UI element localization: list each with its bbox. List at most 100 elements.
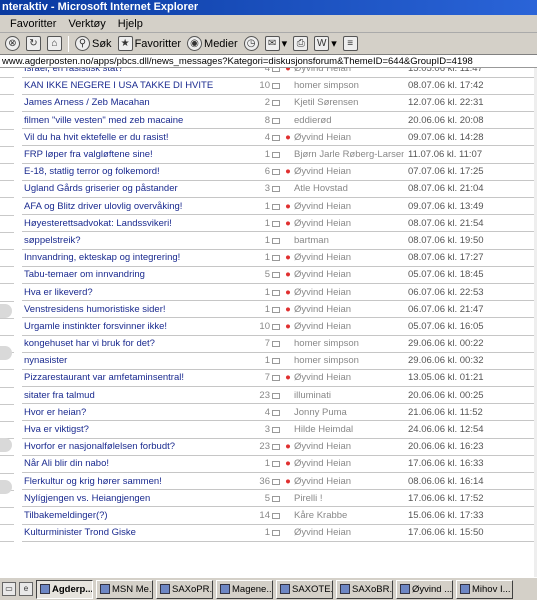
address-url[interactable]: www.agderposten.no/apps/pbcs.dll/news_me… — [2, 56, 473, 67]
topic-title-link[interactable]: filmen "ville vesten" med zeb macaine — [22, 111, 244, 130]
media-button[interactable]: ◉ Medier — [185, 34, 240, 54]
topic-date: 17.06.06 kl. 17:52 — [404, 489, 537, 508]
envelope-icon — [272, 358, 280, 365]
topic-author: Kåre Krabbe — [292, 506, 404, 525]
print-button[interactable]: ⎙ — [291, 34, 310, 54]
topic-title-link[interactable]: E-18, statlig terror og folkemord! — [22, 163, 244, 181]
topic-author: Pirelli ! — [292, 489, 404, 508]
page-content: Israel, en rasistisk stat? 4 ● Øyvind Heian… — [0, 68, 537, 577]
topic-author: homer simpson — [292, 335, 404, 353]
refresh-button[interactable]: ↻ — [24, 34, 43, 54]
message-icon-cell — [272, 506, 284, 525]
stop-button[interactable]: ⊗ — [3, 34, 22, 54]
reply-count: 1 — [244, 249, 272, 267]
table-row: nynasister 1 homer simpson 29.06.06 kl. 00:… — [22, 352, 537, 370]
reply-count: 10 — [244, 317, 272, 336]
topic-title-link[interactable]: Tilbakemeldinger(?) — [22, 506, 244, 525]
mail-icon: ✉ — [264, 36, 280, 51]
envelope-icon — [272, 461, 280, 468]
side-tab[interactable] — [0, 480, 12, 494]
topic-title-link[interactable]: Venstresidens humoristiske sider! — [22, 300, 244, 319]
taskbar-button[interactable]: SAXoBR... — [336, 579, 393, 599]
topic-title-link[interactable]: nynasister — [22, 352, 244, 370]
side-tab[interactable] — [0, 304, 12, 318]
taskbar-button[interactable]: MSN Me... — [96, 579, 153, 599]
topic-title-link[interactable]: kongehuset har vi bruk for det? — [22, 335, 244, 353]
discuss-button[interactable]: ≡ — [341, 34, 360, 54]
topic-title-link[interactable]: James Arness / Zeb Macahan — [22, 94, 244, 113]
side-tab[interactable] — [0, 346, 12, 360]
window-icon — [40, 584, 50, 594]
new-marker-cell: ● — [284, 68, 292, 78]
taskbar-button[interactable]: SAXOTE... — [276, 579, 333, 599]
taskbar-button[interactable]: Agderp... — [36, 579, 93, 599]
topic-date: 08.07.06 kl. 21:54 — [404, 214, 537, 233]
favorites-button[interactable]: ★ Favoritter — [116, 34, 183, 54]
window-icon — [100, 584, 110, 594]
menu-tools[interactable]: Verktøy — [62, 15, 111, 33]
topic-title-link[interactable]: Hvor er heian? — [22, 403, 244, 422]
taskbar-button[interactable]: Magene... — [216, 579, 273, 599]
topic-title-link[interactable]: Ugland Gårds griserier og påstander — [22, 180, 244, 199]
topic-title-link[interactable]: Kulturminister Trond Giske — [22, 524, 244, 542]
edit-button[interactable]: W ▾ — [312, 34, 339, 54]
topic-title-link[interactable]: Urgamle instinkter forsvinner ikke! — [22, 317, 244, 336]
topic-list: Israel, en rasistisk stat? 4 ● Øyvind Heian… — [22, 68, 537, 542]
taskbar-button[interactable]: SAXoPR... — [156, 579, 213, 599]
topic-title-link[interactable]: sitater fra talmud — [22, 386, 244, 405]
new-marker-cell: ● — [284, 128, 292, 147]
home-button[interactable]: ⌂ — [45, 34, 64, 54]
taskbar-button-label: Magene... — [232, 583, 273, 595]
strip-divider — [0, 163, 14, 164]
topic-author: Øyvind Heian — [292, 524, 404, 542]
search-icon: ⚲ — [75, 36, 90, 51]
window-icon — [460, 584, 470, 594]
topic-title-link[interactable]: AFA og Blitz driver ulovlig overvåking! — [22, 197, 244, 216]
topic-title-link[interactable]: Tabu-temaer om innvandring — [22, 266, 244, 284]
table-row: Ugland Gårds griserier og påstander 3 Atle… — [22, 180, 537, 199]
reply-count: 7 — [244, 335, 272, 353]
topic-date: 08.06.06 kl. 16:14 — [404, 472, 537, 491]
topic-title-link[interactable]: søppelstreik? — [22, 231, 244, 250]
new-indicator-icon: ● — [285, 166, 291, 178]
topic-title-link[interactable]: Innvandring, ekteskap og integrering! — [22, 249, 244, 267]
side-tab[interactable] — [0, 438, 12, 452]
topic-author: Øyvind Heian — [292, 214, 404, 233]
message-icon-cell — [272, 403, 284, 422]
strip-divider — [0, 94, 14, 96]
topic-title-link[interactable]: KAN IKKE NEGERE I USA TAKKE DI HVITE — [22, 77, 244, 95]
home-icon: ⌂ — [47, 36, 62, 51]
search-button[interactable]: ⚲ Søk — [73, 34, 114, 54]
topic-title-link[interactable]: Hva er likeverd? — [22, 283, 244, 302]
table-row: Kulturminister Trond Giske 1 Øyvind Heian 1… — [22, 524, 537, 542]
topic-title-link[interactable]: Når Ali blir din nabo! — [22, 455, 244, 474]
new-marker-cell: ● — [284, 249, 292, 267]
browser-launch-icon[interactable]: e — [19, 582, 33, 596]
topic-title-link[interactable]: Pizzarestaurant var amfetaminsentral! — [22, 369, 244, 388]
taskbar-button[interactable]: Mihov I... — [456, 579, 513, 599]
topic-title-link[interactable]: Vil du ha hvit ektefelle er du rasist! — [22, 128, 244, 147]
mail-button[interactable]: ✉ ▾ — [263, 34, 290, 54]
topic-title-link[interactable]: Hvorfor er nasjonalfølelsen forbudt? — [22, 438, 244, 456]
topic-title-link[interactable]: FRP løper fra valgløftene sine! — [22, 145, 244, 164]
taskbar-button-label: Agderp... — [52, 583, 93, 595]
topic-title-link[interactable]: Nylígjengen vs. Heiangjengen — [22, 489, 244, 508]
topic-title-link[interactable]: Høyesterettsadvokat: Landssvikeri! — [22, 214, 244, 233]
address-bar[interactable]: www.agderposten.no/apps/pbcs.dll/news_me… — [0, 56, 537, 68]
table-row: Hvorfor er nasjonalfølelsen forbudt? 23 ● Ø… — [22, 438, 537, 456]
topic-title-link[interactable]: Hva er viktigst? — [22, 420, 244, 439]
history-button[interactable]: ◷ — [242, 34, 261, 54]
topic-title-link[interactable]: Israel, en rasistisk stat? — [22, 68, 244, 78]
new-indicator-icon: ● — [285, 200, 291, 212]
table-row: Innvandring, ekteskap og integrering! 1 ● Ø… — [22, 249, 537, 267]
reply-count: 10 — [244, 77, 272, 95]
toolbar: ⊗ ↻ ⌂ ⚲ Søk ★ Favoritter ◉ Medier ◷ ✉ ▾ ⎙ W ▾… — [0, 33, 537, 55]
menu-help[interactable]: Hjelp — [112, 15, 149, 33]
topic-title-link[interactable]: Flerkultur og krig hører sammen! — [22, 472, 244, 491]
envelope-icon — [272, 134, 280, 141]
strip-divider — [0, 369, 14, 371]
menu-favorites[interactable]: Favoritter — [4, 15, 62, 33]
desktop-icon[interactable]: ▭ — [2, 582, 16, 596]
new-indicator-icon: ● — [285, 252, 291, 264]
taskbar-button[interactable]: Øyvind ... — [396, 579, 453, 599]
